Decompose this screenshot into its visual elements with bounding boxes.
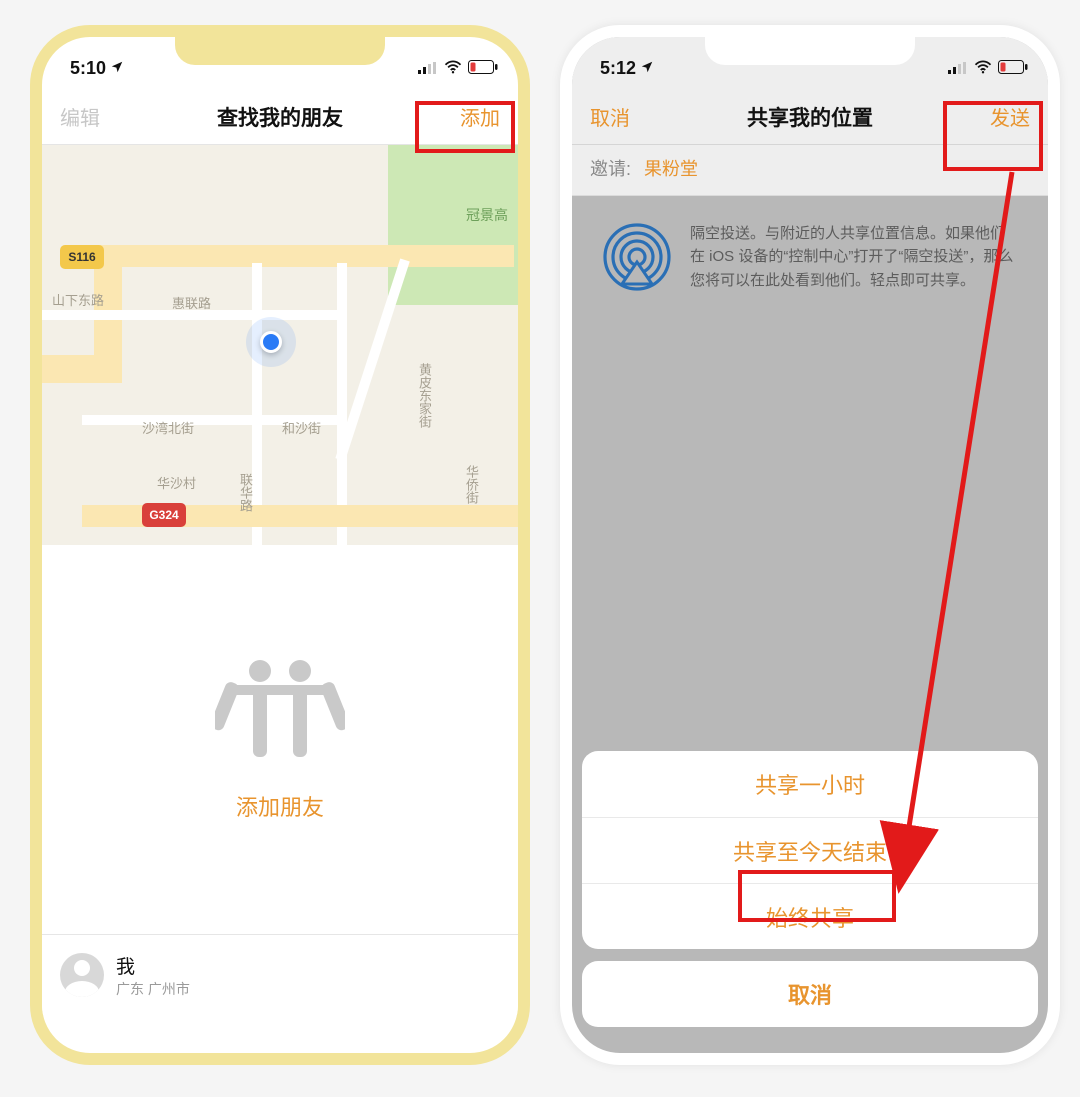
airdrop-description: 隔空投送。与附近的人共享位置信息。如果他们在 iOS 设备的“控制中心”打开了“… (690, 222, 1018, 297)
me-name: 我 (116, 952, 190, 979)
nav-bar: 取消 共享我的位置 发送 (572, 89, 1048, 145)
road-label: 惠联路 (172, 293, 211, 312)
road-label: 华侨街 (462, 465, 481, 504)
cellular-signal-icon (948, 58, 968, 79)
cellular-signal-icon (418, 58, 438, 79)
road-label: 和沙街 (282, 418, 321, 437)
me-row[interactable]: 我 广东 广州市 (42, 935, 518, 1015)
battery-low-icon (998, 58, 1028, 79)
road-label: 联华路 (236, 473, 255, 512)
wifi-icon (444, 58, 462, 79)
status-time: 5:10 (70, 58, 106, 79)
phone-share-location: 5:12 取消 共享我的位置 发送 (560, 25, 1060, 1065)
map-view[interactable]: 冠景高 山下东路 惠联路 沙湾北街 和沙街 华沙村 联华路 黄皮东家街 华侨街 … (42, 145, 518, 545)
road-segment (337, 263, 347, 545)
send-button[interactable]: 发送 (970, 102, 1030, 131)
page-title: 共享我的位置 (650, 102, 970, 132)
road-shield: S116 (60, 245, 104, 269)
invite-label: 邀请: (590, 159, 631, 179)
empty-state-panel: 添加朋友 (42, 545, 518, 935)
friends-icon (215, 657, 345, 772)
avatar (60, 953, 104, 997)
share-until-eod-option[interactable]: 共享至今天结束 (582, 817, 1038, 883)
nav-bar: 编辑 查找我的朋友 添加 (42, 89, 518, 145)
road-label: 华沙村 (157, 473, 196, 492)
cancel-button[interactable]: 取消 (590, 102, 650, 131)
invite-contact: 果粉堂 (644, 159, 698, 179)
park-area (388, 145, 518, 305)
road-label: 山下东路 (52, 290, 104, 309)
phone-find-friends: 5:10 编辑 查找我的朋友 添加 (30, 25, 530, 1065)
sheet-cancel-button[interactable]: 取消 (582, 961, 1038, 1027)
current-location-dot (260, 331, 282, 353)
page-title: 查找我的朋友 (120, 102, 440, 132)
notch (705, 37, 915, 65)
park-label: 冠景高 (466, 205, 508, 225)
invite-row[interactable]: 邀请: 果粉堂 (572, 145, 1048, 196)
battery-low-icon (468, 58, 498, 79)
share-always-option[interactable]: 始终共享 (582, 883, 1038, 949)
share-one-hour-option[interactable]: 共享一小时 (582, 751, 1038, 817)
notch (175, 37, 385, 65)
wifi-icon (974, 58, 992, 79)
road-label: 沙湾北街 (142, 418, 194, 437)
road-label: 黄皮东家街 (415, 363, 434, 428)
location-arrow-icon (110, 58, 124, 79)
add-button[interactable]: 添加 (440, 102, 500, 131)
action-sheet: 共享一小时 共享至今天结束 始终共享 取消 (582, 751, 1038, 1027)
location-arrow-icon (640, 58, 654, 79)
road-segment (42, 355, 102, 383)
status-time: 5:12 (600, 58, 636, 79)
road-segment (94, 245, 514, 267)
add-friend-button[interactable]: 添加朋友 (236, 790, 324, 822)
me-location: 广东 广州市 (116, 979, 190, 999)
airdrop-icon (602, 222, 672, 297)
airdrop-info: 隔空投送。与附近的人共享位置信息。如果他们在 iOS 设备的“控制中心”打开了“… (572, 196, 1048, 297)
road-shield: G324 (142, 503, 186, 527)
edit-button[interactable]: 编辑 (60, 102, 120, 131)
